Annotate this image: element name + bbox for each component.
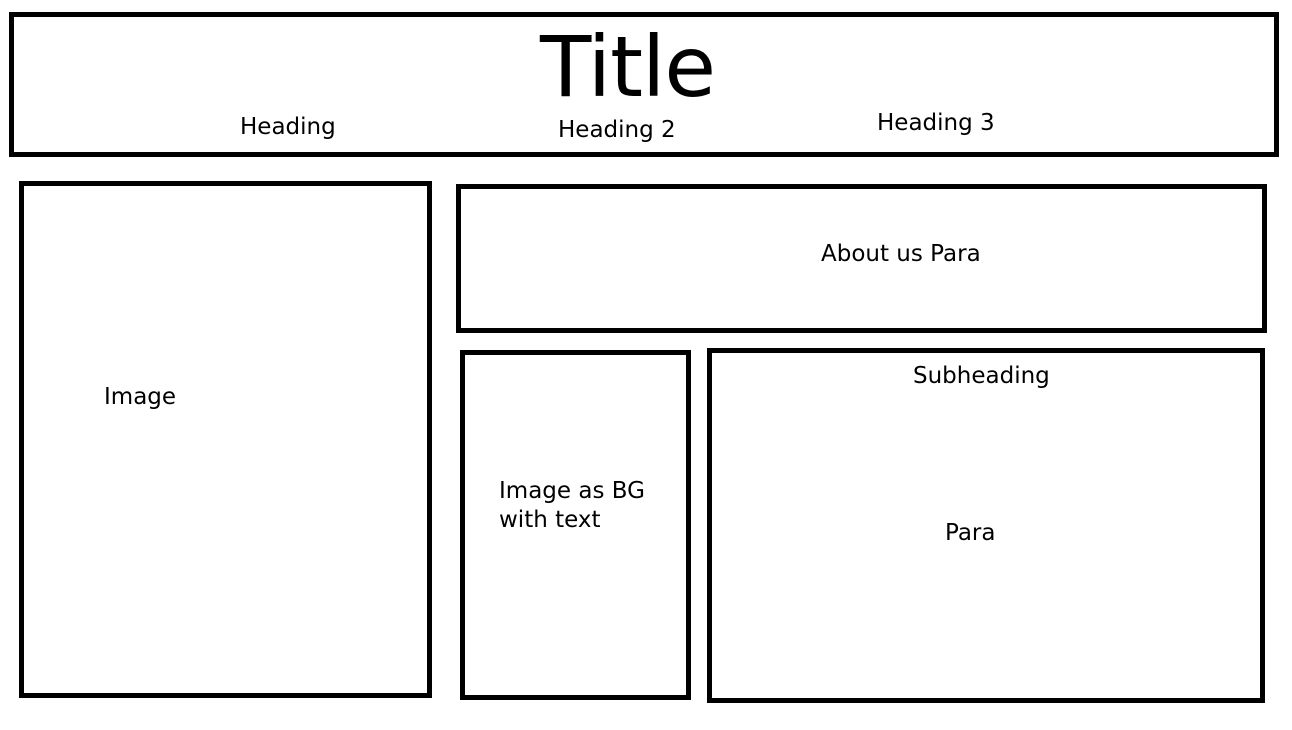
content-paragraph: Para [945,520,996,546]
about-section: About us Para [456,184,1267,333]
content-section: Subheading Para [707,348,1265,703]
nav-heading-2[interactable]: Heading 2 [558,119,676,142]
background-image-card-label: Image as BG with text [499,478,645,533]
header-frame: Title Heading Heading 2 Heading 3 [9,12,1279,157]
page-title: Title [540,18,716,116]
nav-heading-1[interactable]: Heading [240,116,336,139]
content-subheading: Subheading [913,363,1050,389]
image-placeholder: Image [19,181,432,698]
background-image-card: Image as BG with text [460,350,691,700]
about-section-label: About us Para [821,241,981,267]
image-placeholder-label: Image [104,384,177,410]
nav-heading-3[interactable]: Heading 3 [877,112,995,135]
